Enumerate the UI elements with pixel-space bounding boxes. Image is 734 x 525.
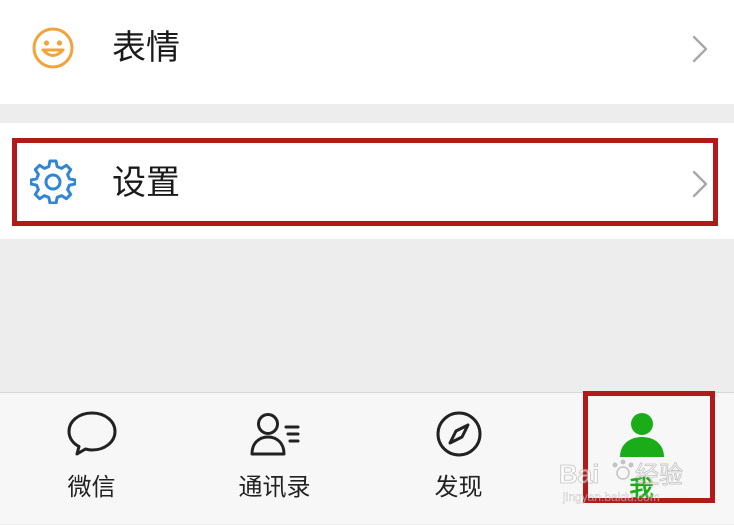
contacts-icon xyxy=(250,413,299,456)
bottom-tab-bar: 微信 通讯录 发现 我 xyxy=(0,392,734,524)
list-item-stickers[interactable]: 表情 xyxy=(0,0,734,104)
chat-bubble-icon xyxy=(67,411,116,456)
tab-label: 发现 xyxy=(434,473,483,501)
list-item-label: 表情 xyxy=(112,28,180,68)
me-page: 表情 设置 微信 通讯录 发现 我 Bai 经验 jingyan.baidu.c… xyxy=(0,0,734,524)
tab-chats[interactable]: 微信 xyxy=(0,393,183,525)
tab-contacts[interactable]: 通讯录 xyxy=(183,393,366,525)
list-item-settings[interactable]: 设置 xyxy=(0,123,734,239)
list-item-label: 设置 xyxy=(112,163,180,203)
tab-me[interactable]: 我 xyxy=(550,393,733,525)
gear-icon xyxy=(30,159,76,204)
tab-label: 通讯录 xyxy=(238,473,311,501)
chevron-right-icon xyxy=(692,35,708,63)
smile-icon xyxy=(32,27,74,69)
tab-discover[interactable]: 发现 xyxy=(367,393,550,525)
compass-icon xyxy=(436,411,481,457)
tab-label: 微信 xyxy=(67,473,116,501)
chevron-right-icon xyxy=(692,170,708,198)
tab-label: 我 xyxy=(629,475,654,503)
person-icon xyxy=(619,413,664,457)
